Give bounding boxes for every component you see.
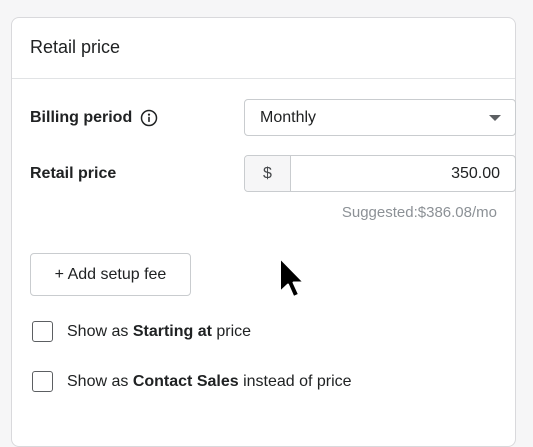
mouse-cursor-icon xyxy=(279,257,305,298)
starting-at-bold: Starting at xyxy=(132,322,212,340)
retail-price-field: $ xyxy=(244,155,516,192)
starting-at-label: Show as Starting at price xyxy=(67,323,251,341)
suggested-price: Suggested:$386.08/mo xyxy=(342,204,497,221)
contact-sales-post: instead of price xyxy=(238,372,352,390)
contact-sales-label: Show as Contact Sales instead of price xyxy=(67,373,352,391)
info-circle-icon[interactable] xyxy=(140,109,158,127)
starting-at-pre: Show as xyxy=(67,322,133,340)
contact-sales-bold: Contact Sales xyxy=(132,372,239,390)
card-header: Retail price xyxy=(12,18,515,79)
starting-at-option[interactable]: Show as Starting at price xyxy=(32,321,251,342)
contact-sales-checkbox[interactable] xyxy=(32,371,53,392)
billing-period-select[interactable]: Monthly xyxy=(244,99,516,136)
currency-prefix: $ xyxy=(245,156,291,191)
card-title: Retail price xyxy=(30,36,121,57)
contact-sales-option[interactable]: Show as Contact Sales instead of price xyxy=(32,371,352,392)
retail-price-card: Retail price Billing period Monthly Reta… xyxy=(11,17,516,447)
billing-period-label: Billing period xyxy=(30,108,133,126)
suggested-prefix: Suggested: xyxy=(341,204,418,221)
starting-at-checkbox[interactable] xyxy=(32,321,53,342)
suggested-value: $386.08/mo xyxy=(417,204,497,221)
contact-sales-pre: Show as xyxy=(67,372,133,390)
retail-price-row: Retail price $ xyxy=(30,155,516,192)
retail-price-label: Retail price xyxy=(30,164,117,182)
billing-period-value: Monthly xyxy=(260,108,317,126)
add-setup-fee-button[interactable]: + Add setup fee xyxy=(30,253,191,296)
retail-price-input[interactable] xyxy=(291,156,515,191)
chevron-down-icon xyxy=(489,115,501,121)
starting-at-post: price xyxy=(211,322,252,340)
billing-period-row: Billing period Monthly xyxy=(30,99,516,136)
